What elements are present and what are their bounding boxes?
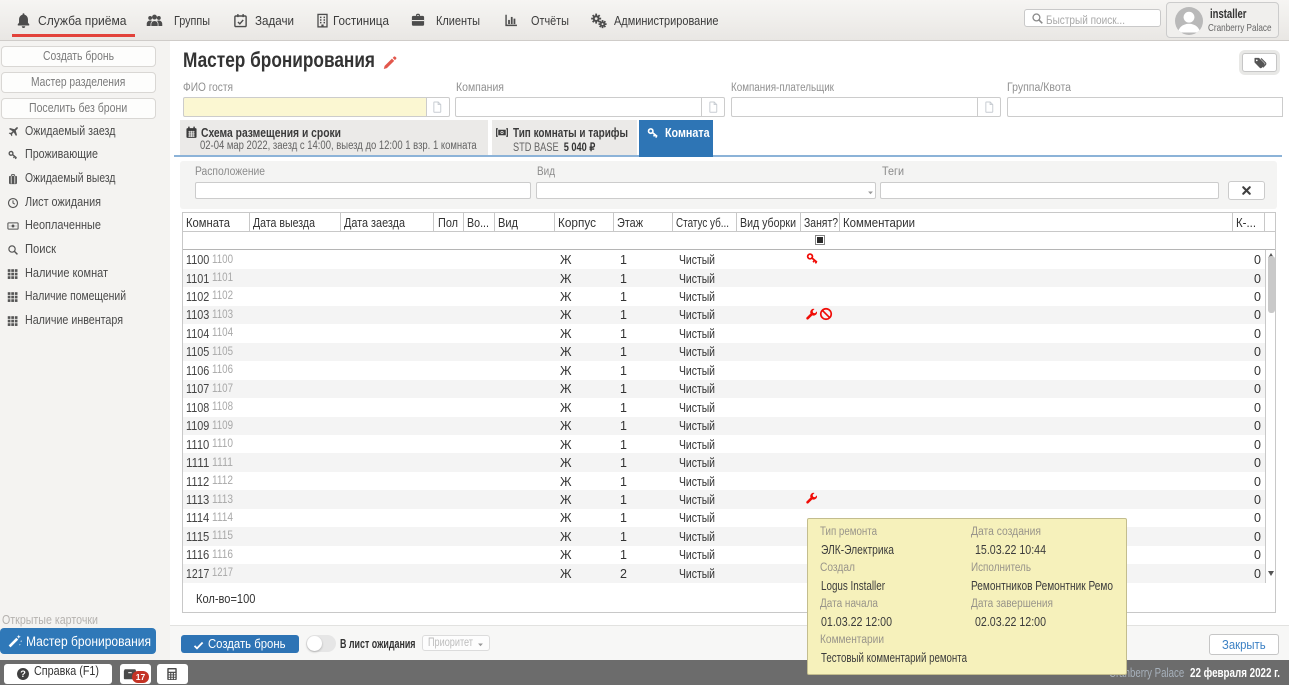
svg-text:?: ?	[20, 669, 26, 679]
